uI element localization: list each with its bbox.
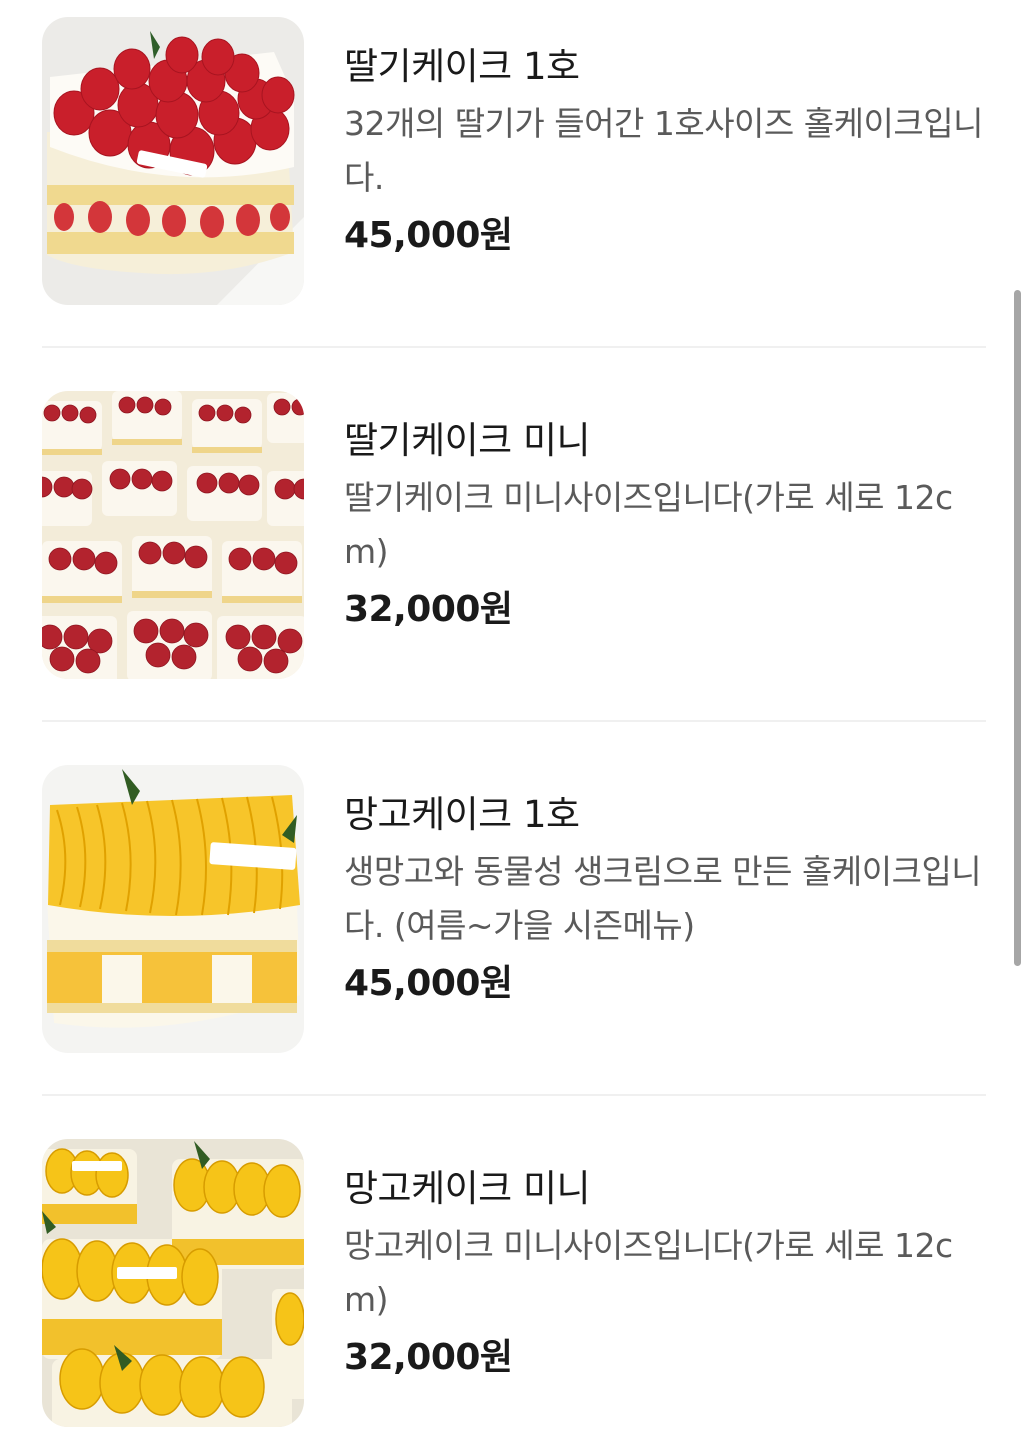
- mango-whole-cake-image: [42, 765, 304, 1053]
- menu-item[interactable]: 딸기케이크 1호 32개의 딸기가 들어간 1호사이즈 홀케이크입니다. 45,…: [42, 17, 986, 305]
- item-price: 45,000원: [344, 963, 513, 1004]
- item-description: 딸기케이크 미니사이즈입니다(가로 세로 12cm): [344, 478, 953, 571]
- item-name: 망고케이크 미니: [344, 1167, 591, 1210]
- divider: [42, 720, 986, 722]
- divider: [42, 1094, 986, 1096]
- item-price: 32,000원: [344, 1337, 513, 1378]
- item-description: 망고케이크 미니사이즈입니다(가로 세로 12cm): [344, 1226, 953, 1319]
- menu-item[interactable]: 망고케이크 미니 망고케이크 미니사이즈입니다(가로 세로 12cm) 32,0…: [42, 1139, 986, 1427]
- menu-item-info: 딸기케이크 1호 32개의 딸기가 들어간 1호사이즈 홀케이크입니다. 45,…: [344, 43, 984, 263]
- item-price: 32,000원: [344, 589, 513, 630]
- item-name: 딸기케이크 1호: [344, 45, 580, 88]
- item-name: 딸기케이크 미니: [344, 419, 591, 462]
- menu-item-info: 망고케이크 미니 망고케이크 미니사이즈입니다(가로 세로 12cm) 32,0…: [344, 1165, 984, 1385]
- item-description: 32개의 딸기가 들어간 1호사이즈 홀케이크입니다.: [344, 104, 983, 197]
- strawberry-mini-cakes-image: [42, 391, 304, 679]
- menu-item[interactable]: 딸기케이크 미니 딸기케이크 미니사이즈입니다(가로 세로 12cm) 32,0…: [42, 391, 986, 679]
- strawberry-whole-cake-image: [42, 17, 304, 305]
- item-name: 망고케이크 1호: [344, 793, 580, 836]
- item-price: 45,000원: [344, 215, 513, 256]
- menu-item-info: 망고케이크 1호 생망고와 동물성 생크림으로 만든 홀케이크입니다. (여름~…: [344, 791, 984, 1011]
- menu-item[interactable]: 망고케이크 1호 생망고와 동물성 생크림으로 만든 홀케이크입니다. (여름~…: [42, 765, 986, 1053]
- mango-mini-cakes-image: [42, 1139, 304, 1427]
- item-description: 생망고와 동물성 생크림으로 만든 홀케이크입니다. (여름~가을 시즌메뉴): [344, 852, 982, 945]
- menu-item-info: 딸기케이크 미니 딸기케이크 미니사이즈입니다(가로 세로 12cm) 32,0…: [344, 417, 984, 637]
- scrollbar[interactable]: [1014, 290, 1021, 966]
- divider: [42, 346, 986, 348]
